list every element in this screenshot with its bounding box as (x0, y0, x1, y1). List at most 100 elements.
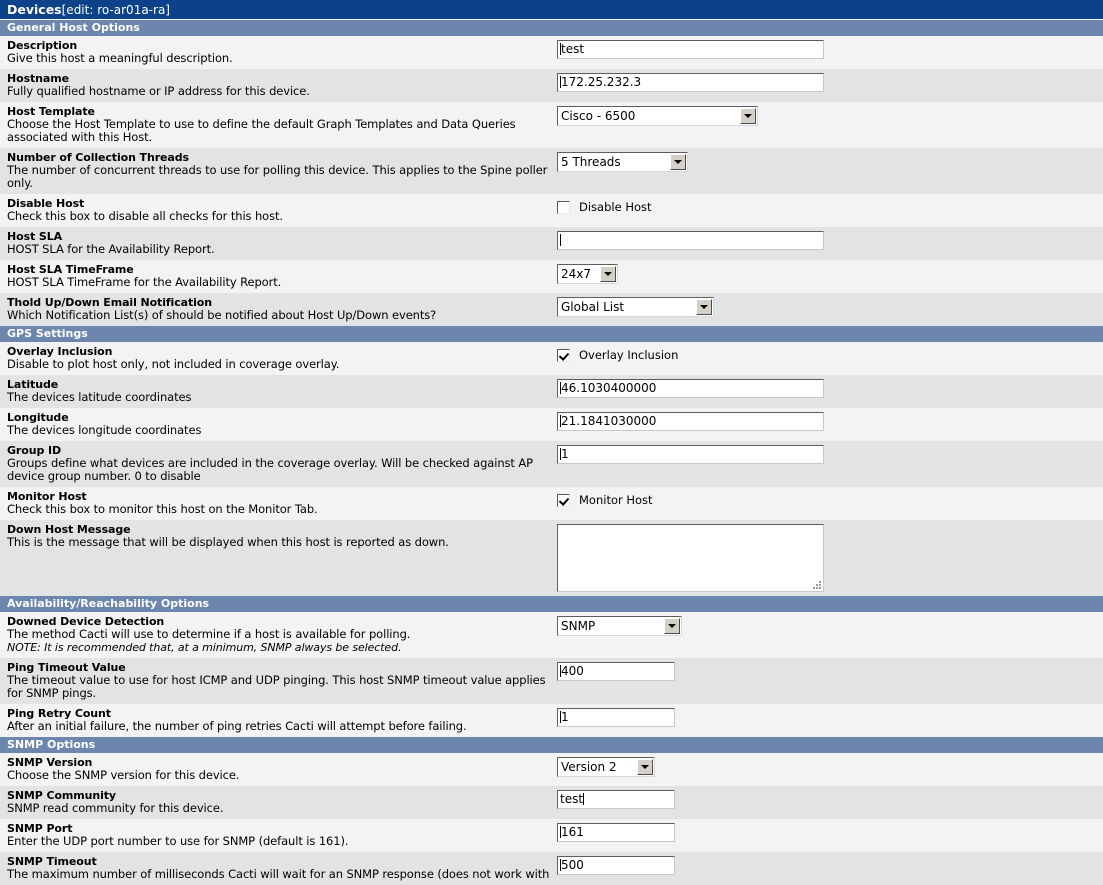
field-control-block: Version 2 (557, 753, 1103, 781)
form-row-ping-retry-count: Ping Retry Count After an initial failure… (0, 704, 1103, 737)
field-control-block: 500 (557, 852, 1103, 879)
select-host-template[interactable]: Cisco - 6500 (557, 106, 758, 126)
field-label-block: Ping Timeout Value The timeout value to u… (0, 658, 557, 704)
input-description[interactable]: test (557, 40, 824, 59)
select-downed-device-detection[interactable]: SNMP (557, 616, 682, 636)
field-control-block: 1 (557, 704, 1103, 731)
checkbox-row-monitor-host[interactable]: Monitor Host (557, 491, 1103, 507)
field-control-block: 21.1841030000 (557, 408, 1103, 435)
field-label-block: SNMP Timeout The maximum number of millis… (0, 852, 557, 885)
field-description: The maximum number of milliseconds Cacti… (7, 867, 550, 881)
input-latitude[interactable]: 46.1030400000 (557, 379, 824, 398)
select-number-of-collection-threads[interactable]: 5 Threads (557, 152, 688, 172)
field-name: SNMP Timeout (7, 855, 97, 868)
input-snmp-timeout[interactable]: 500 (557, 856, 675, 875)
input-longitude[interactable]: 21.1841030000 (557, 412, 824, 431)
chevron-down-icon[interactable] (600, 266, 616, 282)
page-title-context: [edit: ro-ar01a-ra] (61, 3, 170, 17)
form-row-latitude: Latitude The devices latitude coordinates… (0, 375, 1103, 408)
input-host-sla[interactable] (557, 231, 824, 250)
input-value: 172.25.232.3 (561, 75, 642, 89)
chevron-down-icon[interactable] (740, 108, 756, 124)
field-label-block: Latitude The devices latitude coordinates (0, 375, 557, 408)
select-value: Cisco - 6500 (561, 109, 636, 123)
checkbox-row-overlay-inclusion[interactable]: Overlay Inclusion (557, 346, 1103, 362)
input-ping-retry-count[interactable]: 1 (557, 708, 675, 727)
input-value: test (560, 792, 584, 806)
field-control-block: 24x7 (557, 260, 1103, 288)
chevron-down-icon[interactable] (670, 154, 686, 170)
chevron-down-icon[interactable] (637, 759, 653, 775)
checkbox-monitor-host-checked-icon[interactable] (557, 493, 570, 507)
section-header-gps-settings: GPS Settings (0, 326, 1103, 342)
form-row-disable-host: Disable Host Check this box to disable al… (0, 194, 1103, 227)
field-control-block: SNMP (557, 612, 1103, 640)
input-snmp-community[interactable]: test (557, 790, 675, 809)
resize-grip-icon[interactable] (813, 581, 821, 589)
section-header-availability-reachability-options: Availability/Reachability Options (0, 596, 1103, 612)
chevron-down-icon[interactable] (664, 618, 680, 634)
form-row-description: Description Give this host a meaningful d… (0, 36, 1103, 69)
field-control-block: Global List (557, 293, 1103, 321)
field-label-block: Hostname Fully qualified hostname or IP a… (0, 69, 557, 102)
field-description: Groups define what devices are included … (7, 456, 533, 483)
field-control-block: 172.25.232.3 (557, 69, 1103, 96)
field-label-block: Down Host Message This is the message tha… (0, 520, 557, 553)
section-header-general-host-options: General Host Options (0, 20, 1103, 36)
field-label-block: Number of Collection Threads The number o… (0, 148, 557, 194)
field-label-block: Group ID Groups define what devices are i… (0, 441, 557, 487)
input-ping-timeout-value[interactable]: 400 (557, 662, 675, 681)
form-row-overlay-inclusion: Overlay Inclusion Disable to plot host on… (0, 342, 1103, 375)
field-description: After an initial failure, the number of … (7, 719, 467, 733)
field-control-block: 46.1030400000 (557, 375, 1103, 402)
form-row-snmp-version: SNMP Version Choose the SNMP version for … (0, 753, 1103, 786)
field-description: The method Cacti will use to determine i… (7, 627, 411, 641)
field-description: Enter the UDP port number to use for SNM… (7, 834, 349, 848)
input-value: test (561, 42, 585, 56)
field-label-block: Host SLA HOST SLA for the Availability Re… (0, 227, 557, 260)
form-row-downed-device-detection: Downed Device Detection The method Cacti … (0, 612, 1103, 658)
checkbox-row-disable-host[interactable]: Disable Host (557, 198, 1103, 214)
form-row-snmp-port: SNMP Port Enter the UDP port number to us… (0, 819, 1103, 852)
select-snmp-version[interactable]: Version 2 (557, 757, 655, 777)
select-value: Global List (561, 300, 625, 314)
page-title-bar: Devices[edit: ro-ar01a-ra] (0, 0, 1103, 20)
form-row-monitor-host: Monitor Host Check this box to monitor th… (0, 487, 1103, 520)
field-description: Choose the SNMP version for this device. (7, 768, 240, 782)
select-value: 24x7 (561, 267, 592, 281)
field-control-block: test (557, 36, 1103, 63)
field-control-block: test (557, 786, 1103, 813)
field-description: SNMP read community for this device. (7, 801, 224, 815)
select-thold-up-down-email-notification[interactable]: Global List (557, 297, 714, 317)
form-row-host-template: Host Template Choose the Host Template to… (0, 102, 1103, 148)
select-value: Version 2 (561, 760, 617, 774)
field-control-block: 400 (557, 658, 1103, 685)
form-row-snmp-community: SNMP Community SNMP read community for th… (0, 786, 1103, 819)
page-title: Devices (7, 2, 62, 17)
form-row-ping-timeout-value: Ping Timeout Value The timeout value to u… (0, 658, 1103, 704)
field-control-block: Disable Host (557, 194, 1103, 218)
form-row-down-host-message: Down Host Message This is the message tha… (0, 520, 1103, 596)
form-row-host-sla-timeframe: Host SLA TimeFrame HOST SLA TimeFrame for… (0, 260, 1103, 293)
form-row-snmp-timeout: SNMP Timeout The maximum number of millis… (0, 852, 1103, 885)
checkbox-disable-host-unchecked-icon[interactable] (557, 200, 570, 214)
field-control-block (557, 520, 1103, 596)
textarea-down-host-message[interactable] (557, 524, 824, 592)
chevron-down-icon[interactable] (696, 299, 712, 315)
field-label-block: Overlay Inclusion Disable to plot host on… (0, 342, 557, 375)
input-hostname[interactable]: 172.25.232.3 (557, 73, 824, 92)
field-control-block: Overlay Inclusion (557, 342, 1103, 366)
field-control-block: 161 (557, 819, 1103, 846)
field-description: Fully qualified hostname or IP address f… (7, 84, 310, 98)
field-label-block: Host SLA TimeFrame HOST SLA TimeFrame for… (0, 260, 557, 293)
checkbox-overlay-inclusion-checked-icon[interactable] (557, 348, 570, 362)
field-control-block: 1 (557, 441, 1103, 468)
checkbox-label: Monitor Host (579, 493, 653, 507)
input-snmp-port[interactable]: 161 (557, 823, 675, 842)
form-sections: General Host Options Description Give this… (0, 20, 1103, 885)
field-name: SNMP Port (7, 822, 73, 835)
input-value: 21.1841030000 (561, 414, 657, 428)
checkbox-label: Overlay Inclusion (579, 348, 679, 362)
input-group-id[interactable]: 1 (557, 445, 824, 464)
select-host-sla-timeframe[interactable]: 24x7 (557, 264, 618, 284)
